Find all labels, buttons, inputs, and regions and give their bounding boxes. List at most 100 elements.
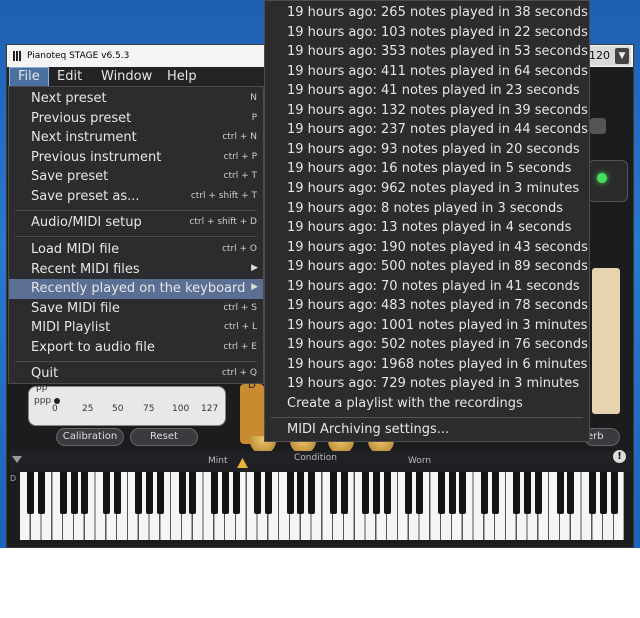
recording-item[interactable]: 19 hours ago: 41 notes played in 23 seco…: [287, 81, 580, 101]
condition-marker-icon[interactable]: [237, 458, 248, 468]
create-playlist-item[interactable]: Create a playlist with the recordings: [287, 394, 523, 414]
recording-item[interactable]: 19 hours ago: 70 notes played in 41 seco…: [287, 277, 580, 297]
velocity-tick: 75: [143, 404, 155, 414]
recording-item[interactable]: 19 hours ago: 237 notes played in 44 sec…: [287, 120, 588, 140]
recording-item[interactable]: 19 hours ago: 353 notes played in 53 sec…: [287, 42, 588, 62]
menu-item-previous-preset[interactable]: Previous preset P: [9, 109, 263, 129]
black-key[interactable]: [362, 472, 370, 514]
recording-item[interactable]: 19 hours ago: 500 notes played in 89 sec…: [287, 257, 588, 277]
menu-item-next-instrument[interactable]: Next instrument ctrl + N: [9, 128, 263, 148]
menu-item-shortcut: ctrl + E: [223, 341, 257, 352]
chevron-down-icon[interactable]: ▼: [615, 48, 629, 64]
black-key[interactable]: [405, 472, 413, 514]
black-key[interactable]: [556, 472, 564, 514]
black-key[interactable]: [480, 472, 488, 514]
recently-played-submenu: 19 hours ago: 265 notes played in 38 sec…: [264, 0, 590, 442]
recording-item[interactable]: 19 hours ago: 411 notes played in 64 sec…: [287, 62, 588, 82]
menu-item-quit[interactable]: Quit ctrl + Q: [9, 364, 263, 384]
black-key[interactable]: [81, 472, 89, 514]
black-key[interactable]: [59, 472, 67, 514]
black-key[interactable]: [27, 472, 35, 514]
recording-item[interactable]: 19 hours ago: 483 notes played in 78 sec…: [287, 296, 588, 316]
black-key[interactable]: [340, 472, 348, 514]
black-key[interactable]: [264, 472, 272, 514]
black-key[interactable]: [372, 472, 380, 514]
black-key[interactable]: [513, 472, 521, 514]
black-key[interactable]: [459, 472, 467, 514]
recording-item[interactable]: 19 hours ago: 8 notes played in 3 second…: [287, 199, 563, 219]
recording-item[interactable]: 19 hours ago: 16 notes played in 5 secon…: [287, 159, 571, 179]
condition-mint-label: Mint: [208, 456, 228, 466]
triangle-down-icon[interactable]: [12, 456, 22, 464]
black-key[interactable]: [610, 472, 618, 514]
black-key[interactable]: [178, 472, 186, 514]
black-key[interactable]: [232, 472, 240, 514]
menu-item-midi-playlist[interactable]: MIDI Playlist ctrl + L: [9, 318, 263, 338]
black-key[interactable]: [221, 472, 229, 514]
recording-item[interactable]: 19 hours ago: 265 notes played in 38 sec…: [287, 3, 588, 23]
midi-archiving-settings-item[interactable]: MIDI Archiving settings...: [287, 420, 449, 440]
black-key[interactable]: [567, 472, 575, 514]
black-key[interactable]: [189, 472, 197, 514]
black-key[interactable]: [534, 472, 542, 514]
black-key[interactable]: [38, 472, 46, 514]
black-key[interactable]: [113, 472, 121, 514]
menu-item-shortcut: ctrl + T: [223, 171, 257, 181]
black-key[interactable]: [437, 472, 445, 514]
recording-item[interactable]: 19 hours ago: 1968 notes played in 6 min…: [287, 355, 587, 375]
menu-window[interactable]: Window: [93, 67, 160, 87]
menu-item-load-midi-file[interactable]: Load MIDI file ctrl + O: [9, 240, 263, 260]
black-key[interactable]: [524, 472, 532, 514]
menu-item-shortcut: ctrl + S: [223, 302, 257, 313]
black-key[interactable]: [70, 472, 78, 514]
menu-item-label: Save MIDI file: [31, 300, 120, 316]
menu-item-label: Save preset: [31, 169, 109, 184]
menu-item-save-midi-file[interactable]: Save MIDI file ctrl + S: [9, 299, 263, 319]
menu-item-save-preset[interactable]: Save preset ctrl + T: [9, 167, 263, 187]
black-key[interactable]: [448, 472, 456, 514]
recording-item[interactable]: 19 hours ago: 132 notes played in 39 sec…: [287, 101, 588, 121]
recording-item[interactable]: 19 hours ago: 190 notes played in 43 sec…: [287, 238, 588, 258]
menu-item-previous-instrument[interactable]: Previous instrument ctrl + P: [9, 148, 263, 168]
black-key[interactable]: [599, 472, 607, 514]
menu-help[interactable]: Help: [159, 67, 205, 87]
reset-button[interactable]: Reset: [130, 428, 198, 446]
black-key[interactable]: [210, 472, 218, 514]
menu-item-recent-midi-files[interactable]: Recent MIDI files ▶: [9, 260, 263, 280]
black-key[interactable]: [135, 472, 143, 514]
black-key[interactable]: [588, 472, 596, 514]
calibration-button[interactable]: Calibration: [56, 428, 124, 446]
piano-keyboard[interactable]: [20, 472, 624, 540]
warning-icon[interactable]: !: [613, 450, 626, 463]
menu-item-export-audio[interactable]: Export to audio file ctrl + E: [9, 338, 263, 358]
black-key[interactable]: [156, 472, 164, 514]
black-key[interactable]: [297, 472, 305, 514]
recording-item[interactable]: 19 hours ago: 502 notes played in 76 sec…: [287, 335, 588, 355]
menu-item-recently-played[interactable]: Recently played on the keyboard ▶: [9, 279, 263, 299]
recording-item[interactable]: 19 hours ago: 103 notes played in 22 sec…: [287, 23, 588, 43]
menu-item-save-preset-as[interactable]: Save preset as... ctrl + shift + T: [9, 187, 263, 207]
black-key[interactable]: [329, 472, 337, 514]
recording-item[interactable]: 19 hours ago: 729 notes played in 3 minu…: [287, 374, 579, 394]
black-key[interactable]: [286, 472, 294, 514]
recording-item[interactable]: 19 hours ago: 1001 notes played in 3 min…: [287, 316, 587, 336]
black-key[interactable]: [491, 472, 499, 514]
recording-item[interactable]: 19 hours ago: 93 notes played in 20 seco…: [287, 140, 580, 160]
menu-item-audio-midi-setup[interactable]: Audio/MIDI setup ctrl + shift + D: [9, 213, 263, 233]
menu-item-next-preset[interactable]: Next preset N: [9, 89, 263, 109]
menu-edit[interactable]: Edit: [49, 67, 90, 87]
menu-item-label: Save preset as...: [31, 188, 140, 204]
black-key[interactable]: [308, 472, 316, 514]
black-keys[interactable]: [20, 472, 624, 514]
preset-selector[interactable]: 120 ▼: [585, 46, 631, 66]
speaker-grille: [592, 268, 620, 414]
recording-item[interactable]: 19 hours ago: 13 notes played in 4 secon…: [287, 218, 571, 238]
menu-file[interactable]: File: [9, 67, 49, 87]
black-key[interactable]: [254, 472, 262, 514]
black-key[interactable]: [102, 472, 110, 514]
black-key[interactable]: [416, 472, 424, 514]
black-key[interactable]: [146, 472, 154, 514]
black-key[interactable]: [383, 472, 391, 514]
menu-item-shortcut: ctrl + O: [221, 244, 257, 254]
recording-item[interactable]: 19 hours ago: 962 notes played in 3 minu…: [287, 179, 579, 199]
